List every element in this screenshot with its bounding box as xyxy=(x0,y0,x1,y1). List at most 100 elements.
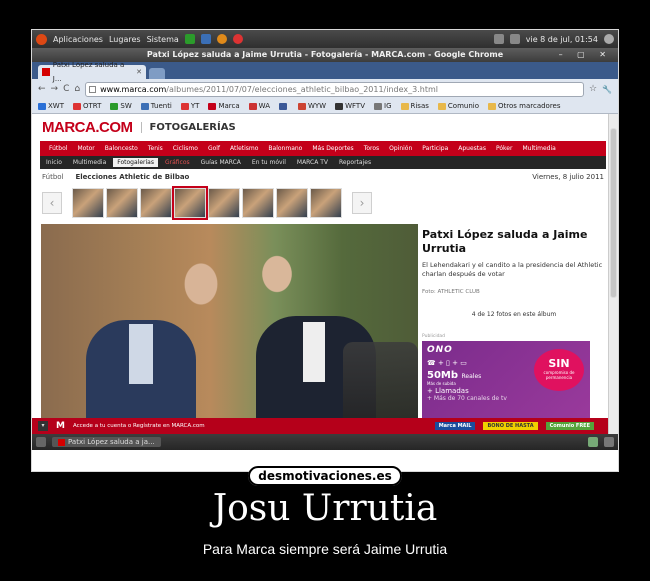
photo-thumbnail[interactable] xyxy=(72,188,104,218)
bookmark-label: XWT xyxy=(48,102,64,110)
main-nav-item[interactable]: Tenis xyxy=(148,145,163,152)
forward-button[interactable]: → xyxy=(51,84,59,94)
bookmark-label: SW xyxy=(120,102,132,110)
sub-nav-item[interactable]: Gráficos xyxy=(161,158,194,167)
bookmark-item[interactable]: Otros marcadores xyxy=(488,102,561,110)
new-tab-button[interactable] xyxy=(149,68,165,79)
main-nav-item[interactable]: Atletismo xyxy=(230,145,258,152)
menu-places[interactable]: Lugares xyxy=(109,35,141,44)
marca-logo[interactable]: MARCA.COM xyxy=(42,119,133,136)
ubuntu-logo-icon[interactable] xyxy=(36,33,47,45)
bookmark-item[interactable]: WYW xyxy=(297,102,326,110)
trash-icon[interactable] xyxy=(604,437,614,447)
page-viewport: MARCA.COM FOTOGALERÍAS Fútbol Motor Balonc… xyxy=(32,114,618,434)
browser-tab[interactable]: Patxi López saluda a J... ✕ xyxy=(38,61,146,83)
network-icon[interactable] xyxy=(493,34,504,44)
main-nav-item[interactable]: Motor xyxy=(77,145,94,152)
bookmark-item[interactable]: YT xyxy=(180,102,199,110)
address-bar[interactable]: www.marca.com/albumes/2011/07/07/eleccio… xyxy=(85,81,584,97)
sub-nav-item[interactable]: Multimedia xyxy=(69,158,110,167)
menu-system[interactable]: Sistema xyxy=(147,35,179,44)
url-host: www.marca.com xyxy=(100,84,167,94)
bookmark-item[interactable]: WFTV xyxy=(335,102,365,110)
main-nav-item[interactable]: Toros xyxy=(364,145,379,152)
launcher-icon[interactable] xyxy=(200,34,211,44)
photo-thumbnail[interactable] xyxy=(276,188,308,218)
launcher-icon[interactable] xyxy=(184,34,195,44)
ad-speed-unit: Reales xyxy=(461,373,482,380)
main-nav-item[interactable]: Participa xyxy=(422,145,448,152)
gallery-photo[interactable] xyxy=(41,224,418,431)
login-register-link[interactable]: Accede a tu cuenta o Regístrate en MARCA… xyxy=(73,423,205,429)
sub-nav-item[interactable]: Reportajes xyxy=(335,158,375,167)
bonus-button[interactable]: BONO DE HASTA xyxy=(483,422,538,430)
bookmark-item[interactable]: Tuenti xyxy=(140,102,172,110)
photo-thumbnail[interactable] xyxy=(242,188,274,218)
bookmark-star-icon[interactable]: ☆ xyxy=(589,84,597,94)
close-tab-icon[interactable]: ✕ xyxy=(136,65,142,79)
back-button[interactable]: ← xyxy=(38,84,46,94)
main-nav-item[interactable]: Póker xyxy=(496,145,513,152)
main-nav-item[interactable]: Opinión xyxy=(389,145,412,152)
main-nav-item[interactable]: Golf xyxy=(208,145,220,152)
ono-advertisement[interactable]: ONO ☎ + ▯ + ▭ 50Mb Reales Más de subida … xyxy=(422,341,590,423)
window-titlebar[interactable]: Patxi López saluda a Jaime Urrutia - Fot… xyxy=(32,48,618,62)
marca-mail-button[interactable]: Marca MAIL xyxy=(434,422,476,430)
main-nav-item[interactable]: Fútbol xyxy=(49,145,67,152)
page-scrollbar[interactable] xyxy=(608,114,618,434)
main-nav-item[interactable]: Más Deportes xyxy=(312,145,353,152)
bookmark-item[interactable] xyxy=(278,102,289,110)
collapse-bar-icon[interactable]: ▾ xyxy=(38,421,48,431)
bookmark-item[interactable]: IG xyxy=(374,102,392,110)
ad-label: Publicidad xyxy=(422,334,446,339)
photo-thumbnail[interactable] xyxy=(172,186,208,220)
bookmark-item[interactable]: SW xyxy=(110,102,132,110)
main-nav-item[interactable]: Baloncesto xyxy=(105,145,138,152)
next-photo-button[interactable]: › xyxy=(352,192,372,214)
bookmark-label: OTRT xyxy=(83,102,102,110)
bookmark-icon xyxy=(110,102,119,110)
bookmark-item[interactable]: Marca xyxy=(208,102,240,110)
bookmark-item[interactable]: Risas xyxy=(400,102,429,110)
firefox-icon[interactable] xyxy=(216,34,227,44)
clock[interactable]: vie 8 de jul, 01:54 xyxy=(526,35,598,44)
bookmark-item[interactable]: Comunio xyxy=(437,102,479,110)
section-title[interactable]: FOTOGALERÍAS xyxy=(140,122,236,133)
show-desktop-icon[interactable] xyxy=(36,437,46,447)
marca-m-logo[interactable]: M xyxy=(56,421,65,431)
photo-thumbnail[interactable] xyxy=(208,188,240,218)
window-controls[interactable]: – ▢ ✕ xyxy=(559,48,612,62)
sub-nav-item[interactable]: Inicio xyxy=(42,158,66,167)
scrollbar-thumb[interactable] xyxy=(610,128,617,298)
power-icon[interactable] xyxy=(604,34,614,44)
breadcrumb-section[interactable]: Fútbol xyxy=(42,173,64,181)
prev-photo-button[interactable]: ‹ xyxy=(42,192,62,214)
comunio-button[interactable]: Comunio FREE xyxy=(545,422,594,430)
main-nav-item[interactable]: Multimedia xyxy=(522,145,555,152)
bookmark-item[interactable]: XWT xyxy=(38,102,64,110)
main-nav-item[interactable]: Apuestas xyxy=(458,145,486,152)
photo-thumbnail[interactable] xyxy=(310,188,342,218)
wrench-menu-icon[interactable]: 🔧 xyxy=(602,85,612,94)
taskbar-window-button[interactable]: Patxi López saluda a ja... xyxy=(52,437,161,447)
menu-applications[interactable]: Aplicaciones xyxy=(53,35,103,44)
system-bottom-panel: Patxi López saluda a ja... xyxy=(32,434,618,450)
sub-nav-item[interactable]: En tu móvil xyxy=(248,158,290,167)
photo-thumbnail[interactable] xyxy=(140,188,172,218)
volume-icon[interactable] xyxy=(509,34,520,44)
workspace-icon[interactable] xyxy=(588,437,598,447)
photo-thumbnail[interactable] xyxy=(106,188,138,218)
bookmark-item[interactable]: WA xyxy=(248,102,270,110)
bookmark-icon xyxy=(335,102,344,110)
sub-nav-item[interactable]: MARCA TV xyxy=(293,158,332,167)
home-button[interactable]: ⌂ xyxy=(74,84,80,94)
bookmark-item[interactable]: OTRT xyxy=(73,102,101,110)
bookmark-label: IG xyxy=(384,102,392,110)
main-nav-item[interactable]: Balonmano xyxy=(268,145,302,152)
breadcrumb: Fútbol Elecciones Athletic de Bilbao Vie… xyxy=(32,169,618,185)
chrome-icon[interactable] xyxy=(232,34,243,44)
reload-button[interactable]: C xyxy=(63,84,69,94)
main-nav-item[interactable]: Ciclismo xyxy=(173,145,198,152)
sub-nav-item[interactable]: Guías MARCA xyxy=(197,158,245,167)
sub-nav-item[interactable]: Fotogalerías xyxy=(113,158,158,167)
